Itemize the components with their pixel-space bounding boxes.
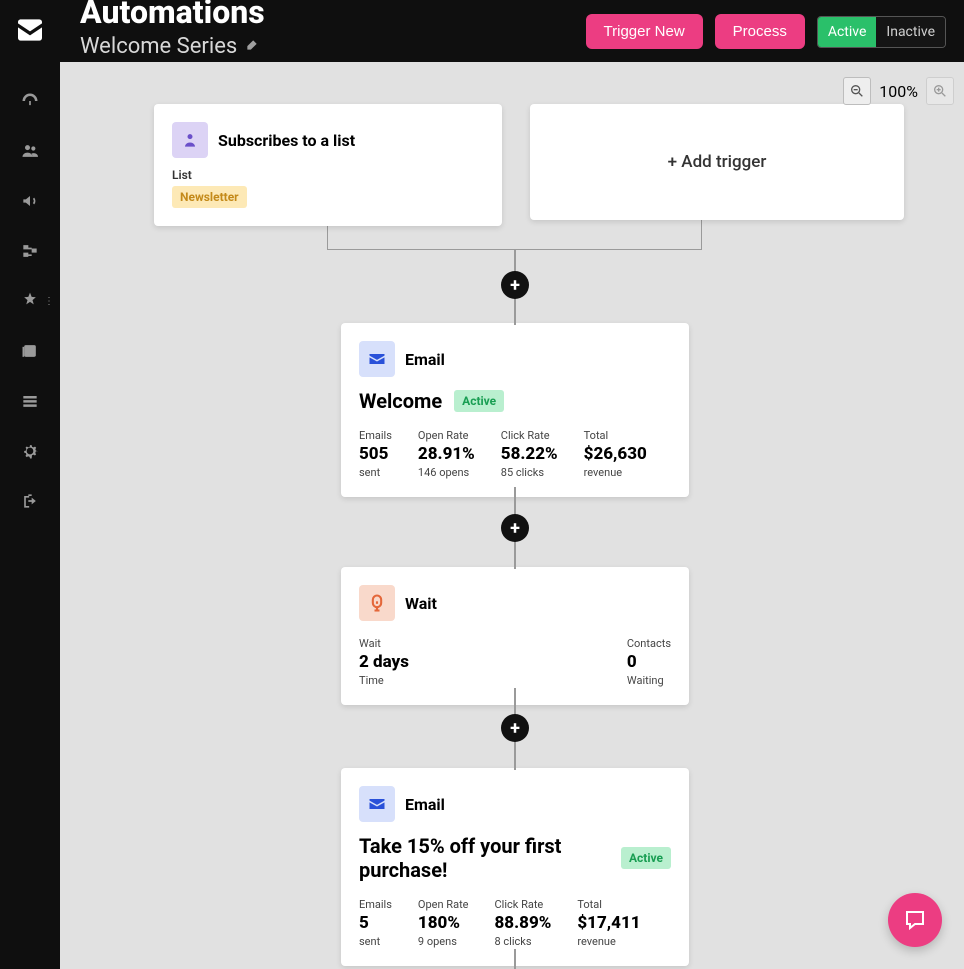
stat-sub: 85 clicks <box>501 466 558 479</box>
edit-name-icon[interactable] <box>245 38 259 56</box>
stat-value: 180% <box>418 913 469 933</box>
email-icon <box>359 786 395 822</box>
automation-name: Welcome Series <box>80 34 237 59</box>
stat-label: Total <box>577 898 640 911</box>
stat-value: 58.22% <box>501 444 558 464</box>
node-type-label: Email <box>405 795 445 814</box>
add-trigger-label: + Add trigger <box>668 152 767 172</box>
status-toggle: Active Inactive <box>817 16 946 48</box>
stat-value: $26,630 <box>584 444 647 464</box>
stat-value: $17,411 <box>577 913 640 933</box>
email-icon <box>359 341 395 377</box>
add-trigger-button[interactable]: + Add trigger <box>530 104 904 220</box>
status-inactive-toggle[interactable]: Inactive <box>876 17 945 47</box>
stat-value: 5 <box>359 913 392 933</box>
status-badge: Active <box>454 390 504 412</box>
stat-label: Emails <box>359 898 392 911</box>
add-step-button[interactable]: + <box>501 514 529 542</box>
stat-label: Click Rate <box>495 898 552 911</box>
status-badge: Active <box>621 847 671 869</box>
header: Automations Welcome Series Trigger New P… <box>60 0 964 62</box>
app-logo-icon <box>14 14 46 46</box>
stat-sub: Time <box>359 674 409 687</box>
email-node[interactable]: Email Welcome Active Emails 505 sent Ope… <box>341 323 689 497</box>
stat-sub: 9 opens <box>418 935 469 948</box>
automation-canvas: 100% Subscribes to a list List Newslette… <box>60 62 964 969</box>
email-title: Take 15% off your first purchase! <box>359 834 611 882</box>
stat-label: Open Rate <box>418 429 475 442</box>
wait-node[interactable]: Wait Wait 2 days Time Contacts 0 Waiting <box>341 567 689 705</box>
trigger-sublabel: List <box>172 168 484 182</box>
nav-settings[interactable] <box>0 426 60 476</box>
nav-dashboard[interactable] <box>0 76 60 126</box>
node-type-label: Wait <box>405 594 437 613</box>
submenu-dots-icon: ⋮ <box>44 296 54 307</box>
nav-popups[interactable]: ⋮ <box>0 276 60 326</box>
wait-icon <box>359 585 395 621</box>
sidebar: ⋮ <box>0 0 60 969</box>
process-button[interactable]: Process <box>715 14 805 49</box>
add-step-button[interactable]: + <box>501 271 529 299</box>
stat-label: Total <box>584 429 647 442</box>
stat-label: Click Rate <box>501 429 558 442</box>
help-button[interactable] <box>888 893 942 947</box>
stat-label: Wait <box>359 637 409 650</box>
stat-sub: 8 clicks <box>495 935 552 948</box>
status-active-toggle[interactable]: Active <box>818 17 877 47</box>
trigger-new-button[interactable]: Trigger New <box>586 14 703 49</box>
nav-contacts[interactable] <box>0 126 60 176</box>
connector <box>514 949 516 969</box>
node-type-label: Email <box>405 350 445 369</box>
email-title: Welcome <box>359 389 442 413</box>
stat-value: 0 <box>627 652 671 672</box>
stat-sub: revenue <box>584 466 647 479</box>
stat-sub: revenue <box>577 935 640 948</box>
trigger-list-tag: Newsletter <box>172 186 247 208</box>
trigger-title: Subscribes to a list <box>218 131 355 150</box>
nav-campaigns[interactable] <box>0 176 60 226</box>
stat-label: Contacts <box>627 637 671 650</box>
stat-value: 505 <box>359 444 392 464</box>
stat-value: 2 days <box>359 652 409 672</box>
zoom-controls: 100% <box>843 77 954 105</box>
stat-label: Open Rate <box>418 898 469 911</box>
zoom-level: 100% <box>875 82 922 101</box>
stat-value: 88.89% <box>495 913 552 933</box>
stat-sub: 146 opens <box>418 466 475 479</box>
page-title: Automations <box>80 0 586 28</box>
zoom-in-button[interactable] <box>926 77 954 105</box>
add-step-button[interactable]: + <box>501 714 529 742</box>
trigger-card[interactable]: Subscribes to a list List Newsletter <box>154 104 502 226</box>
stat-sub: sent <box>359 935 392 948</box>
stat-sub: Waiting <box>627 674 671 687</box>
subscriber-icon <box>172 122 208 158</box>
stat-label: Emails <box>359 429 392 442</box>
nav-logout[interactable] <box>0 476 60 526</box>
nav-media[interactable] <box>0 326 60 376</box>
nav-templates[interactable] <box>0 376 60 426</box>
email-node[interactable]: Email Take 15% off your first purchase! … <box>341 768 689 966</box>
nav-automations[interactable] <box>0 226 60 276</box>
stat-value: 28.91% <box>418 444 475 464</box>
stat-sub: sent <box>359 466 392 479</box>
zoom-out-button[interactable] <box>843 77 871 105</box>
